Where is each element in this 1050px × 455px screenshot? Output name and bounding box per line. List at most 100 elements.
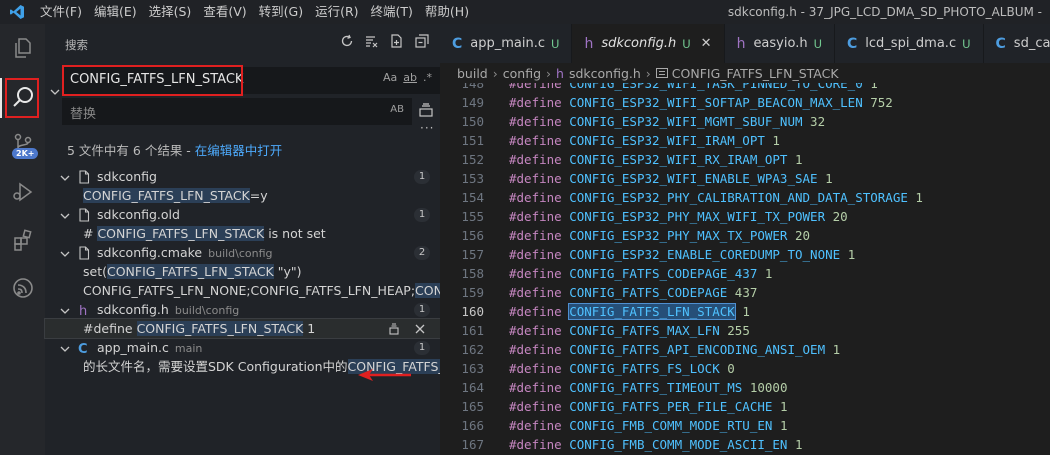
refresh-icon[interactable] — [339, 33, 355, 49]
menu-item[interactable]: 运行(R) — [309, 0, 364, 24]
chevron-down-icon[interactable] — [60, 247, 70, 262]
code-text: #define CONFIG_ESP32_WIFI_MGMT_SBUF_NUM … — [509, 112, 825, 131]
explorer-icon[interactable] — [0, 28, 45, 68]
menu-item[interactable]: 查看(V) — [197, 0, 252, 24]
replace-input[interactable]: 替换 AB — [62, 98, 412, 125]
result-match-row[interactable]: CONFIG_FATFS_LFN_STACK=y — [45, 186, 440, 205]
define-keyword: #define — [509, 209, 562, 224]
annotation-red-box — [62, 65, 243, 96]
result-file-row[interactable]: Capp_main.c main 1 — [45, 338, 440, 357]
regex-toggle[interactable]: .* — [423, 71, 432, 84]
match-case-toggle[interactable]: Aa — [383, 71, 397, 84]
editor-tab[interactable]: h sdkconfig.h U ✕ — [572, 24, 725, 63]
code-editor[interactable]: 148 #define CONFIG_ESP32_WIFI_TASK_PINNED… — [440, 83, 1050, 455]
macro-value: 1 — [772, 133, 780, 148]
menu-item[interactable]: 编辑(E) — [88, 0, 143, 24]
define-keyword: #define — [509, 83, 562, 91]
code-text: #define CONFIG_ESP32_WIFI_SOFTAP_BEACON_… — [509, 93, 893, 112]
chevron-down-icon[interactable] — [60, 209, 70, 224]
result-match-row[interactable]: # CONFIG_FATFS_LFN_STACK is not set — [45, 224, 440, 243]
code-line: 155 #define CONFIG_ESP32_PHY_MAX_WIFI_TX_… — [440, 207, 1050, 226]
extensions-icon[interactable] — [0, 220, 45, 260]
line-number: 152 — [461, 152, 484, 167]
code-text: #define CONFIG_FATFS_PER_FILE_CACHE 1 — [509, 397, 787, 416]
define-keyword: #define — [509, 95, 562, 110]
more-options-icon[interactable]: ··· — [420, 121, 434, 135]
menu-item[interactable]: 选择(S) — [143, 0, 198, 24]
clear-results-icon[interactable] — [364, 33, 380, 49]
macro-name: CONFIG_ESP32_PHY_MAX_TX_POWER — [569, 228, 788, 243]
code-line: 150 #define CONFIG_ESP32_WIFI_MGMT_SBUF_N… — [440, 112, 1050, 131]
esp-idf-icon[interactable] — [0, 268, 45, 308]
file-icon — [77, 246, 91, 262]
breadcrumb-symbol[interactable]: CONFIG_FATFS_LFN_STACK — [672, 66, 839, 81]
define-keyword: #define — [509, 304, 562, 319]
macro-value: 752 — [870, 95, 893, 110]
c-file-icon: C — [847, 35, 858, 52]
menu-item[interactable]: 文件(F) — [34, 0, 88, 24]
macro-value: 1 — [764, 266, 773, 281]
match-prefix: # — [83, 226, 98, 241]
close-icon[interactable]: ✕ — [701, 36, 712, 51]
git-status-badge: U — [551, 36, 560, 51]
macro-value: 1 — [847, 247, 856, 262]
breadcrumb-file[interactable]: sdkconfig.h — [569, 66, 641, 81]
match-whole-word-toggle[interactable]: ab — [403, 71, 417, 84]
code-text: #define CONFIG_FATFS_LFN_STACK 1 — [509, 302, 750, 321]
editor-tab[interactable]: h easyio.h U — [724, 24, 835, 63]
chevron-down-icon[interactable] — [60, 304, 70, 319]
macro-value: 1 — [795, 437, 803, 452]
chevron-down-icon[interactable] — [60, 342, 70, 357]
dismiss-icon[interactable] — [414, 322, 426, 338]
define-keyword: #define — [509, 418, 562, 433]
editor-tab[interactable]: Clcd_spi_dma.c U — [835, 24, 984, 63]
breadcrumb: build › config › h sdkconfig.h › CONFIG_… — [440, 63, 1050, 83]
tab-label: lcd_spi_dma.c — [865, 36, 957, 51]
macro-name: CONFIG_FATFS_FS_LOCK — [569, 361, 720, 376]
breadcrumb-build[interactable]: build — [457, 66, 488, 81]
code-line: 148 #define CONFIG_ESP32_WIFI_TASK_PINNED… — [440, 83, 1050, 93]
result-file-row[interactable]: sdkconfig.cmake build\config 2 — [45, 243, 440, 262]
file-path: main — [174, 342, 203, 355]
result-match-row[interactable]: CONFIG_FATFS_LFN_NONE;CONFIG_FATFS_LFN_H… — [45, 281, 440, 300]
macro-name: CONFIG_ESP32_ENABLE_COREDUMP_TO_NONE — [569, 247, 841, 262]
macro-name: CONFIG_FATFS_LFN_STACK — [568, 303, 736, 320]
h-file-icon: h — [736, 35, 746, 52]
result-file-row[interactable]: sdkconfig 1 — [45, 167, 440, 186]
editor-tab[interactable]: Csd_ca — [983, 24, 1050, 63]
result-match-row[interactable]: set(CONFIG_FATFS_LFN_STACK "y") — [45, 262, 440, 281]
macro-name: CONFIG_FATFS_MAX_LFN — [569, 323, 720, 338]
line-number: 160 — [461, 304, 484, 319]
line-number: 154 — [461, 190, 484, 205]
menu-item[interactable]: 转到(G) — [253, 0, 309, 24]
define-keyword: #define — [509, 114, 562, 129]
menu-item[interactable]: 终端(T) — [365, 0, 419, 24]
tab-label: easyio.h — [753, 36, 808, 51]
macro-name: CONFIG_FATFS_CODEPAGE — [569, 285, 728, 300]
result-match-row[interactable]: #define CONFIG_FATFS_LFN_STACK 1 — [44, 318, 441, 339]
annotation-red-box — [5, 78, 39, 118]
line-number: 148 — [461, 83, 484, 91]
result-file-name: app_main.c main — [97, 338, 202, 357]
match-count-badge: 2 — [414, 246, 430, 260]
code-line: 164 #define CONFIG_FATFS_TIMEOUT_MS 10000 — [440, 378, 1050, 397]
menu-item[interactable]: 帮助(H) — [419, 0, 475, 24]
open-in-editor-link[interactable]: 在编辑器中打开 — [195, 143, 283, 158]
tab-label: app_main.c — [470, 36, 546, 51]
collapse-all-icon[interactable] — [414, 33, 430, 49]
replace-all-icon[interactable] — [418, 102, 434, 122]
toggle-replace-chevron-icon[interactable] — [50, 86, 60, 101]
preserve-case-toggle[interactable]: AB — [390, 104, 404, 115]
new-search-editor-icon[interactable] — [389, 33, 405, 49]
chevron-down-icon[interactable] — [60, 171, 70, 186]
match-highlight: CONFIG_FATFS_LFN_STACK — [136, 321, 304, 336]
replace-icon[interactable] — [388, 322, 400, 338]
editor-tab[interactable]: Capp_main.c U — [440, 24, 573, 63]
result-file-row[interactable]: sdkconfig.old 1 — [45, 205, 440, 224]
match-highlight: CONFIG_FATFS_LFN_STACK — [97, 226, 265, 241]
result-file-row[interactable]: h sdkconfig.h build\config 1 — [45, 300, 440, 319]
vscode-logo-icon — [0, 0, 34, 24]
macro-name: CONFIG_FATFS_API_ENCODING_ANSI_OEM — [569, 342, 826, 357]
run-debug-icon[interactable] — [0, 172, 45, 212]
breadcrumb-config[interactable]: config — [503, 66, 541, 81]
